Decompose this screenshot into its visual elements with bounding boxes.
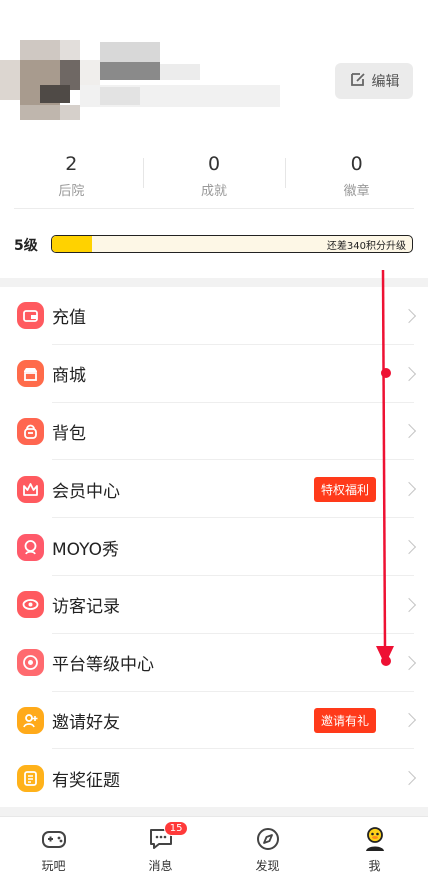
profile-duck-icon — [365, 827, 384, 851]
menu-item[interactable]: 充值 — [0, 287, 428, 345]
level-progress-bar: 还差340积分升级 — [51, 235, 413, 253]
compass-icon — [256, 828, 279, 850]
stat-value: 2 — [65, 152, 78, 175]
avatar-show-icon — [17, 533, 44, 561]
store-icon — [17, 360, 44, 388]
menu-item-label: 有奖征题 — [52, 770, 120, 791]
level-target-icon — [17, 649, 44, 677]
document-icon — [17, 764, 44, 792]
chevron-right-icon — [401, 366, 417, 381]
bottom-tab-bar: 玩吧 消息 15 发现 我 — [0, 816, 428, 878]
stat-achievements[interactable]: 0 成就 — [142, 140, 286, 210]
menu-item-label: MOYO秀 — [52, 539, 119, 560]
chevron-right-icon — [401, 655, 417, 670]
menu-item-label: 背包 — [52, 423, 86, 444]
unread-badge: 15 — [163, 821, 189, 836]
eye-icon — [17, 591, 44, 619]
tab-item[interactable]: 玩吧 — [0, 817, 107, 878]
tab-label: 消息 — [148, 859, 173, 873]
stat-value: 0 — [207, 152, 221, 175]
invite-friend-icon — [17, 706, 44, 734]
menu-item[interactable]: 有奖征题 — [0, 749, 428, 807]
stat-label: 成就 — [201, 183, 228, 199]
menu-list: 充值商城背包会员中心 特权福利 MOYO秀访客记录平台等级中心 邀请好友 邀请有礼有奖征… — [0, 287, 428, 807]
stat-backyard[interactable]: 2 后院 — [0, 140, 143, 210]
tab-label: 发现 — [255, 859, 280, 873]
menu-item-badge[interactable]: 特权福利 — [313, 476, 376, 502]
level-label: 5级 — [14, 238, 38, 254]
menu-item-label: 平台等级中心 — [52, 655, 154, 676]
menu-item[interactable]: 商城 — [0, 345, 428, 403]
chevron-right-icon — [401, 771, 417, 786]
tab-item[interactable]: 发现 — [214, 817, 321, 878]
menu-item[interactable]: 邀请好友 邀请有礼 — [0, 692, 428, 750]
stat-label: 徽章 — [343, 183, 370, 199]
chevron-right-icon — [401, 713, 417, 728]
crown-icon — [17, 475, 44, 503]
menu-item-label: 商城 — [52, 366, 86, 387]
blurred-profile-info — [0, 30, 300, 130]
edit-icon — [349, 70, 367, 92]
wallet-icon — [17, 302, 44, 330]
tab-item[interactable]: 消息 15 — [107, 817, 214, 878]
chevron-right-icon — [401, 308, 417, 323]
menu-item-label: 邀请好友 — [52, 712, 120, 733]
stat-badges[interactable]: 0 徽章 — [285, 140, 428, 210]
tab-label: 我 — [368, 859, 381, 873]
chevron-right-icon — [401, 597, 417, 612]
menu-item[interactable]: 会员中心 特权福利 — [0, 460, 428, 518]
level-progress-text: 还差340积分升级 — [326, 241, 406, 252]
tab-label: 玩吧 — [41, 859, 66, 873]
menu-item[interactable]: 访客记录 — [0, 576, 428, 634]
menu-item-label: 访客记录 — [52, 597, 120, 618]
divider — [14, 208, 414, 209]
menu-item[interactable]: 平台等级中心 — [0, 634, 428, 692]
menu-item-label: 会员中心 — [52, 481, 120, 502]
menu-item[interactable]: MOYO秀 — [0, 518, 428, 576]
menu-item-badge[interactable]: 邀请有礼 — [313, 707, 376, 733]
edit-profile-button[interactable]: 编辑 — [335, 63, 413, 99]
edit-label: 编辑 — [371, 74, 400, 90]
tab-item[interactable]: 我 — [321, 817, 428, 878]
stat-label: 后院 — [58, 183, 85, 199]
profile-stats: 2 后院 0 成就 0 徽章 — [0, 140, 428, 210]
chevron-right-icon — [401, 424, 417, 439]
chevron-right-icon — [401, 540, 417, 555]
stat-value: 0 — [350, 152, 363, 175]
backpack-icon — [17, 417, 44, 445]
menu-item-label: 充值 — [52, 308, 86, 329]
gamepad-icon — [41, 831, 66, 848]
chevron-right-icon — [401, 482, 417, 497]
profile-header: 编辑 — [0, 0, 428, 140]
level-progress-fill — [52, 236, 92, 252]
menu-item[interactable]: 背包 — [0, 403, 428, 461]
